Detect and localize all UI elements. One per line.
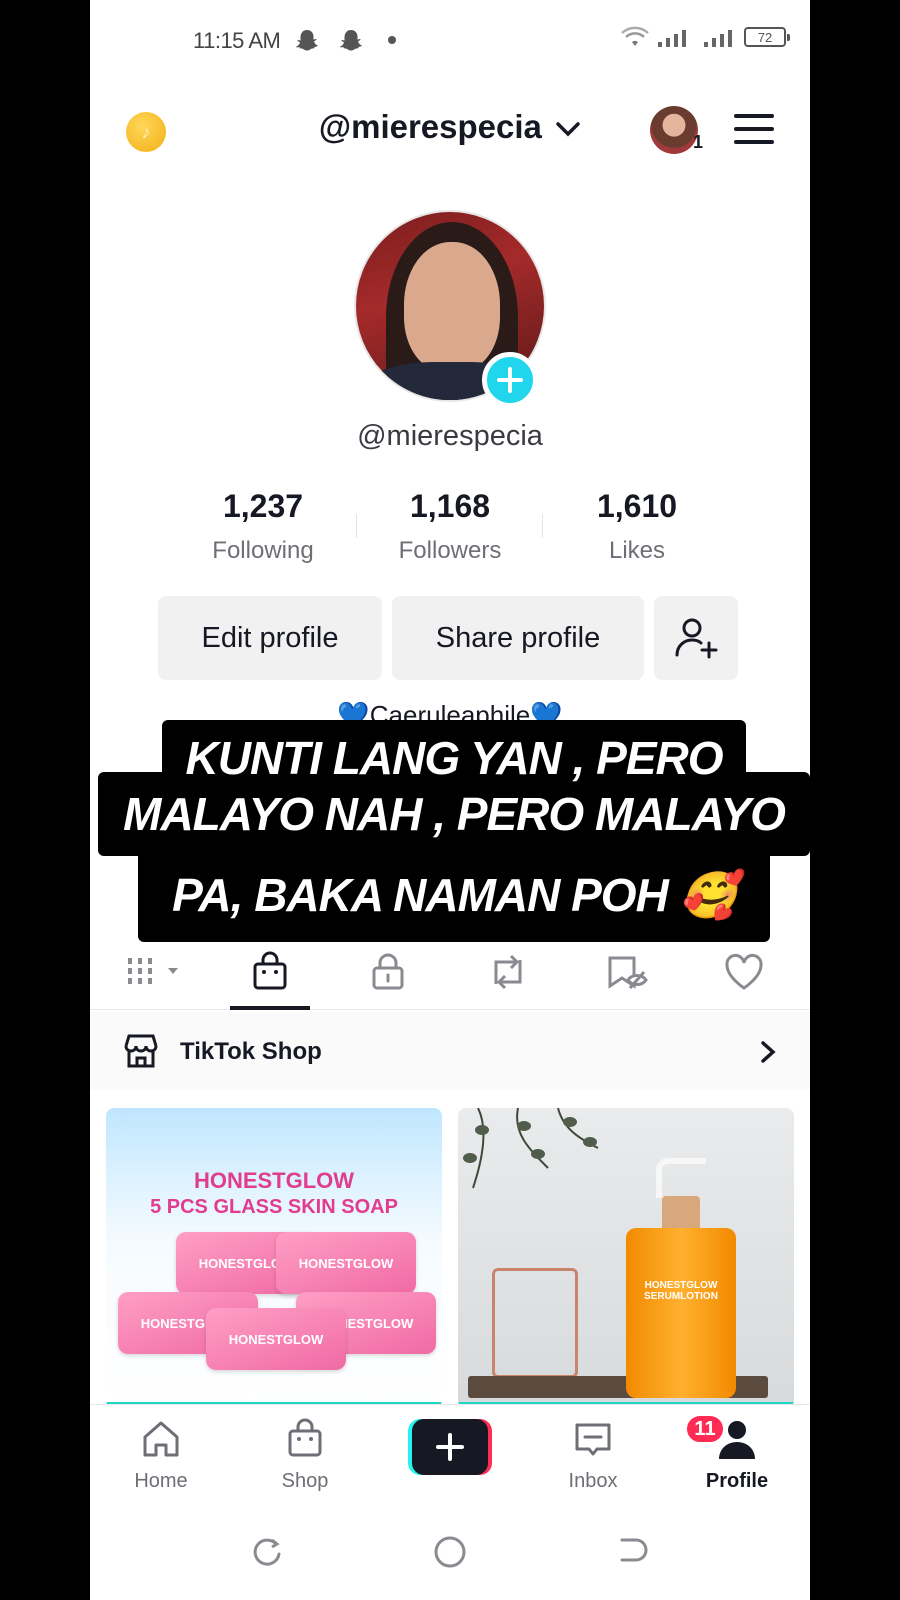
active-tab-indicator	[230, 1006, 310, 1010]
nav-shop[interactable]: Shop	[250, 1417, 360, 1493]
nav-label: Home	[134, 1470, 188, 1492]
add-user-icon	[675, 618, 718, 659]
add-story-button[interactable]	[482, 352, 538, 408]
stat-value: 1,237	[222, 488, 304, 524]
profile-username: @mierespecia	[357, 420, 543, 452]
stat-value: 1,168	[409, 488, 491, 524]
stat-label: Followers	[398, 537, 502, 564]
profile-stats: 1,237 Following 1,168 Followers 1,610 Li…	[170, 488, 730, 565]
stat-label: Likes	[608, 537, 666, 564]
nav-label: Shop	[281, 1470, 329, 1492]
header-username: @mierespecia	[318, 108, 542, 145]
divider	[542, 514, 543, 538]
videos-grid-icon[interactable]	[126, 950, 186, 994]
product-image	[463, 1108, 599, 1189]
stat-likes[interactable]: 1,610 Likes	[544, 488, 730, 565]
phone-screen: 11:15 AM 72 ♪ @mierespecia 1 @mierespeci…	[90, 0, 810, 1600]
nav-label: Profile	[705, 1470, 769, 1492]
bottom-nav: Home Shop Inbox 11 Profile	[90, 1404, 810, 1504]
product-image: HONESTGLOW	[206, 1308, 346, 1370]
notification-dot	[388, 36, 396, 44]
product-image	[492, 1268, 578, 1378]
add-friend-button[interactable]	[654, 596, 738, 680]
home-icon	[143, 1421, 179, 1457]
profile-icon	[719, 1421, 755, 1459]
create-button[interactable]	[408, 1419, 492, 1475]
product-image: HONESTGLOW SERUMLOTION	[626, 1228, 736, 1398]
wifi-icon	[621, 26, 649, 46]
heart-icon[interactable]	[722, 950, 766, 994]
signal-icon	[704, 30, 732, 47]
snapchat-icon	[340, 30, 362, 51]
stat-followers[interactable]: 1,168 Followers	[357, 488, 543, 565]
plus-icon	[497, 367, 523, 393]
caption-line: KUNTI LANG YAN , PERO	[162, 720, 746, 796]
shop-bag-icon	[288, 1418, 322, 1457]
signal-icon	[658, 30, 686, 47]
lock-icon[interactable]	[366, 950, 410, 994]
share-profile-button[interactable]: Share profile	[392, 596, 644, 680]
store-icon	[124, 1034, 158, 1068]
product-title: 5 PCS GLASS SKIN SOAP	[150, 1196, 398, 1218]
status-indicators: 72	[620, 26, 790, 48]
stat-label: Following	[212, 537, 314, 564]
battery-icon: 72	[744, 27, 790, 47]
inbox-icon	[575, 1423, 611, 1456]
menu-icon[interactable]	[734, 114, 774, 146]
product-image	[662, 1196, 700, 1232]
repost-icon[interactable]	[486, 950, 530, 994]
stat-value: 1,610	[596, 488, 678, 524]
account-badge: 1	[693, 132, 704, 152]
nav-home[interactable]: Home	[106, 1417, 216, 1493]
nav-inbox[interactable]: Inbox	[538, 1417, 648, 1493]
chevron-right-icon	[761, 1041, 776, 1063]
profile-tabs	[90, 940, 810, 1010]
back-icon[interactable]	[614, 1534, 650, 1570]
product-card[interactable]: HONESTGLOW 5 PCS GLASS SKIN SOAP HONESTG…	[106, 1108, 442, 1408]
chevron-down-icon	[556, 122, 580, 137]
product-image: HONESTGLOW	[276, 1232, 416, 1294]
battery-level: 72	[757, 29, 773, 45]
avatar[interactable]	[650, 106, 698, 154]
product-card[interactable]: HONESTGLOW SERUMLOTION	[458, 1108, 794, 1408]
system-nav	[90, 1504, 810, 1600]
product-label: HONESTGLOW SERUMLOTION	[644, 1280, 718, 1302]
nav-label: Inbox	[568, 1470, 618, 1492]
edit-profile-button[interactable]: Edit profile	[158, 596, 382, 680]
tiktok-shop-row[interactable]: TikTok Shop	[90, 1012, 810, 1090]
shop-label: TikTok Shop	[180, 1038, 322, 1065]
shop-bag-icon[interactable]	[248, 950, 292, 994]
snapchat-icon	[296, 30, 318, 51]
caption-line: PA, BAKA NAMAN POH 🥰	[138, 848, 770, 942]
status-time: 11:15 AM	[193, 28, 281, 53]
product-brand: HONESTGLOW	[193, 1168, 355, 1193]
stat-following[interactable]: 1,237 Following	[170, 488, 356, 565]
status-bar: 11:15 AM 72	[90, 0, 810, 80]
nav-profile[interactable]: Profile	[682, 1417, 792, 1493]
favorites-icon[interactable]	[604, 950, 648, 994]
product-image	[656, 1158, 706, 1198]
home-button-icon[interactable]	[432, 1534, 468, 1570]
recents-icon[interactable]	[248, 1534, 284, 1570]
